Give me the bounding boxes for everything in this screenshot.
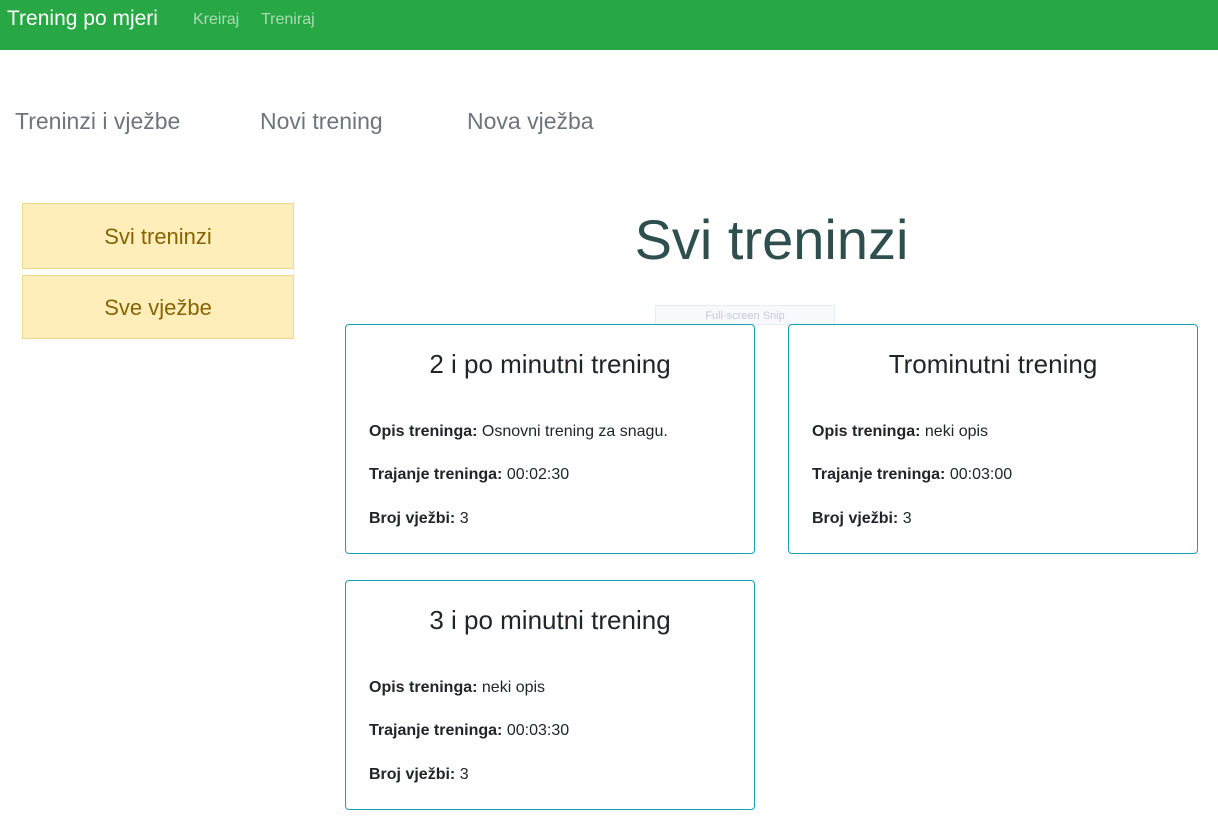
exercise-count-label: Broj vježbi: — [369, 766, 456, 783]
page-title: Svi treninzi — [634, 208, 909, 271]
card-description: Opis treninga: neki opis — [369, 677, 545, 699]
card-duration: Trajanje treninga: 00:03:30 — [369, 720, 569, 742]
card-exercise-count: Broj vježbi: 3 — [369, 508, 469, 530]
duration-label: Trajanje treninga: — [369, 466, 503, 483]
description-value: neki opis — [924, 423, 989, 440]
training-card[interactable]: 2 i po minutni trening Opis treninga: Os… — [345, 324, 755, 554]
exercise-count-value: 3 — [459, 766, 469, 783]
exercise-count-label: Broj vježbi: — [812, 510, 899, 527]
exercise-count-value: 3 — [902, 510, 912, 527]
sve-vjezbe-button[interactable]: Sve vježbe — [22, 275, 294, 339]
card-duration: Trajanje treninga: 00:03:00 — [812, 464, 1012, 486]
nav-link-treniraj[interactable]: Treniraj — [261, 10, 315, 30]
description-value: Osnovni trening za snagu. — [481, 423, 668, 440]
description-label: Opis treninga: — [369, 423, 478, 440]
svi-treninzi-button[interactable]: Svi treninzi — [22, 203, 294, 269]
card-exercise-count: Broj vježbi: 3 — [369, 764, 469, 786]
description-label: Opis treninga: — [369, 679, 478, 696]
tab-nova-vjezba[interactable]: Nova vježba — [467, 106, 594, 136]
duration-label: Trajanje treninga: — [812, 466, 946, 483]
training-card[interactable]: Trominutni trening Opis treninga: neki o… — [788, 324, 1198, 554]
top-navbar: Trening po mjeri Kreiraj Treniraj — [0, 0, 1218, 50]
card-description: Opis treninga: neki opis — [812, 421, 988, 443]
card-title: 2 i po minutni trening — [429, 349, 671, 379]
training-card[interactable]: 3 i po minutni trening Opis treninga: ne… — [345, 580, 755, 810]
card-title: Trominutni trening — [888, 349, 1098, 379]
card-duration: Trajanje treninga: 00:02:30 — [369, 464, 569, 486]
card-exercise-count: Broj vježbi: 3 — [812, 508, 912, 530]
description-value: neki opis — [481, 679, 546, 696]
duration-value: 00:02:30 — [506, 466, 570, 483]
tab-novi-trening[interactable]: Novi trening — [260, 106, 383, 136]
duration-value: 00:03:30 — [506, 722, 570, 739]
exercise-count-value: 3 — [459, 510, 469, 527]
navbar-brand[interactable]: Trening po mjeri — [7, 6, 158, 32]
snip-overlay: Full-screen Snip — [655, 305, 835, 325]
card-title: 3 i po minutni trening — [429, 605, 671, 635]
nav-link-kreiraj[interactable]: Kreiraj — [193, 10, 239, 30]
tab-treninzi-i-vjezbe[interactable]: Treninzi i vježbe — [15, 106, 180, 136]
card-description: Opis treninga: Osnovni trening za snagu. — [369, 421, 668, 443]
description-label: Opis treninga: — [812, 423, 921, 440]
exercise-count-label: Broj vježbi: — [369, 510, 456, 527]
duration-value: 00:03:00 — [949, 466, 1013, 483]
duration-label: Trajanje treninga: — [369, 722, 503, 739]
